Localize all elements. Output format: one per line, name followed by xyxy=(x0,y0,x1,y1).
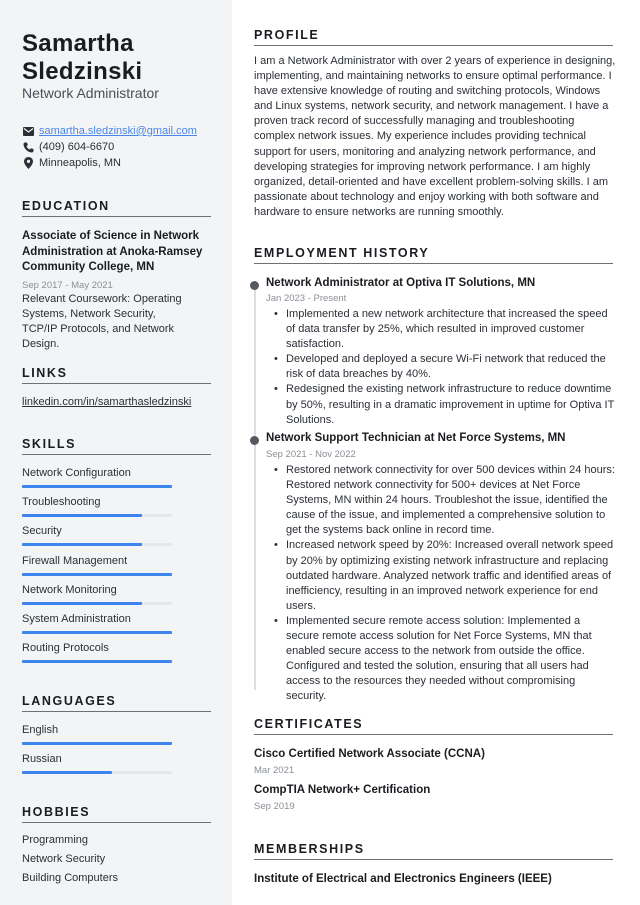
timeline-dot xyxy=(250,281,259,290)
contact-location: Minneapolis, MN xyxy=(22,157,121,169)
job-bullet: Restored network connectivity for over 5… xyxy=(272,463,616,538)
job-title: Network Administrator xyxy=(22,85,159,101)
job-bullets-2: Restored network connectivity for over 5… xyxy=(272,463,616,705)
skill-label: Network Monitoring xyxy=(22,583,117,596)
skill-level-fill xyxy=(22,543,142,547)
skill-level-bar xyxy=(22,631,172,634)
language-label: English xyxy=(22,724,59,736)
skill-item: Security xyxy=(22,524,172,547)
skill-level-bar xyxy=(22,514,172,518)
candidate-name: Samartha Sledzinski xyxy=(22,30,142,86)
linkedin-link[interactable]: linkedin.com/in/samarthasledzinski xyxy=(22,395,191,410)
language-label: Russian xyxy=(22,753,62,766)
profile-heading: PROFILE xyxy=(254,28,613,46)
job-bullet: Redesigned the existing network infrastr… xyxy=(272,382,616,427)
education-heading: EDUCATION xyxy=(22,199,211,217)
skill-label: Routing Protocols xyxy=(22,642,109,655)
language-level-bar xyxy=(22,771,172,775)
job-dates-1: Jan 2023 - Present xyxy=(266,293,347,304)
skill-level-fill xyxy=(22,601,142,605)
employment-heading: EMPLOYMENT HISTORY xyxy=(254,246,613,264)
phone-icon xyxy=(22,141,34,153)
job-bullet: Developed and deployed a secure Wi-Fi ne… xyxy=(272,352,616,382)
skill-item: Firewall Management xyxy=(22,554,172,576)
certificate-date: Mar 2021 xyxy=(254,765,295,776)
hobbies-heading: HOBBIES xyxy=(22,805,211,823)
certificate-name: Cisco Certified Network Associate (CCNA) xyxy=(254,748,485,760)
phone-number: (409) 604-6670 xyxy=(39,141,115,153)
languages-heading: LANGUAGES xyxy=(22,694,211,712)
skill-level-bar xyxy=(22,572,172,576)
skill-item: Routing Protocols xyxy=(22,641,172,664)
map-pin-icon xyxy=(22,157,34,169)
skill-level-fill xyxy=(22,631,172,634)
language-item: Russian xyxy=(22,752,172,775)
hobby-item: Network Security xyxy=(22,853,106,865)
skill-item: Network Configuration xyxy=(22,466,172,488)
job-bullet: Increased network speed by 20%: Increase… xyxy=(272,538,616,613)
email-link[interactable]: samartha.sledzinski@gmail.com xyxy=(39,125,197,137)
skill-item: Network Monitoring xyxy=(22,583,172,605)
contact-phone: (409) 604-6670 xyxy=(22,141,114,153)
memberships-heading: MEMBERSHIPS xyxy=(254,842,613,860)
education-degree: Associate of Science in Network Administ… xyxy=(22,230,203,273)
education-dates: Sep 2017 - May 2021 xyxy=(22,280,113,291)
skill-level-bar xyxy=(22,485,172,488)
profile-text: I am a Network Administrator with over 2… xyxy=(254,55,616,218)
skill-level-fill xyxy=(22,485,172,488)
timeline-dot xyxy=(250,436,259,445)
hobby-item: Building Computers xyxy=(22,872,118,884)
envelope-icon xyxy=(22,125,34,137)
job-title-2: Network Support Technician at Net Force … xyxy=(266,432,566,444)
skills-heading: SKILLS xyxy=(22,437,211,455)
skill-item: System Administration xyxy=(22,612,172,634)
skill-level-bar xyxy=(22,543,172,547)
education-description: Relevant Coursework: Operating Systems, … xyxy=(22,293,182,350)
hobby-item: Programming xyxy=(22,834,89,846)
skill-level-bar xyxy=(22,660,172,664)
timeline-line xyxy=(254,284,256,690)
job-bullets-1: Implemented a new network architecture t… xyxy=(272,307,616,428)
last-name: Sledzinski xyxy=(22,58,143,85)
links-heading: LINKS xyxy=(22,366,211,384)
location-text: Minneapolis, MN xyxy=(39,157,121,169)
skill-label: System Administration xyxy=(22,613,131,625)
skill-level-fill xyxy=(22,660,172,664)
contact-email: samartha.sledzinski@gmail.com xyxy=(22,125,197,137)
job-title-1: Network Administrator at Optiva IT Solut… xyxy=(266,277,536,289)
job-bullet: Implemented a new network architecture t… xyxy=(272,307,616,352)
skill-level-fill xyxy=(22,572,172,576)
language-item: English xyxy=(22,723,172,745)
job-bullet: Implemented secure remote access solutio… xyxy=(272,614,616,705)
language-level-fill xyxy=(22,771,112,775)
skill-label: Network Configuration xyxy=(22,467,131,479)
certificate-date: Sep 2019 xyxy=(254,801,295,812)
membership-item: Institute of Electrical and Electronics … xyxy=(254,873,552,885)
skill-level-bar xyxy=(22,601,172,605)
certificate-name: CompTIA Network+ Certification xyxy=(254,784,431,796)
skill-level-fill xyxy=(22,514,142,518)
language-level-bar xyxy=(22,742,172,745)
job-dates-2: Sep 2021 - Nov 2022 xyxy=(266,449,356,460)
skill-label: Security xyxy=(22,525,62,538)
skill-item: Troubleshooting xyxy=(22,495,172,518)
language-level-fill xyxy=(22,742,172,745)
certificates-heading: CERTIFICATES xyxy=(254,717,613,735)
first-name: Samartha xyxy=(22,30,134,57)
skill-label: Troubleshooting xyxy=(22,496,101,509)
skill-label: Firewall Management xyxy=(22,554,128,567)
